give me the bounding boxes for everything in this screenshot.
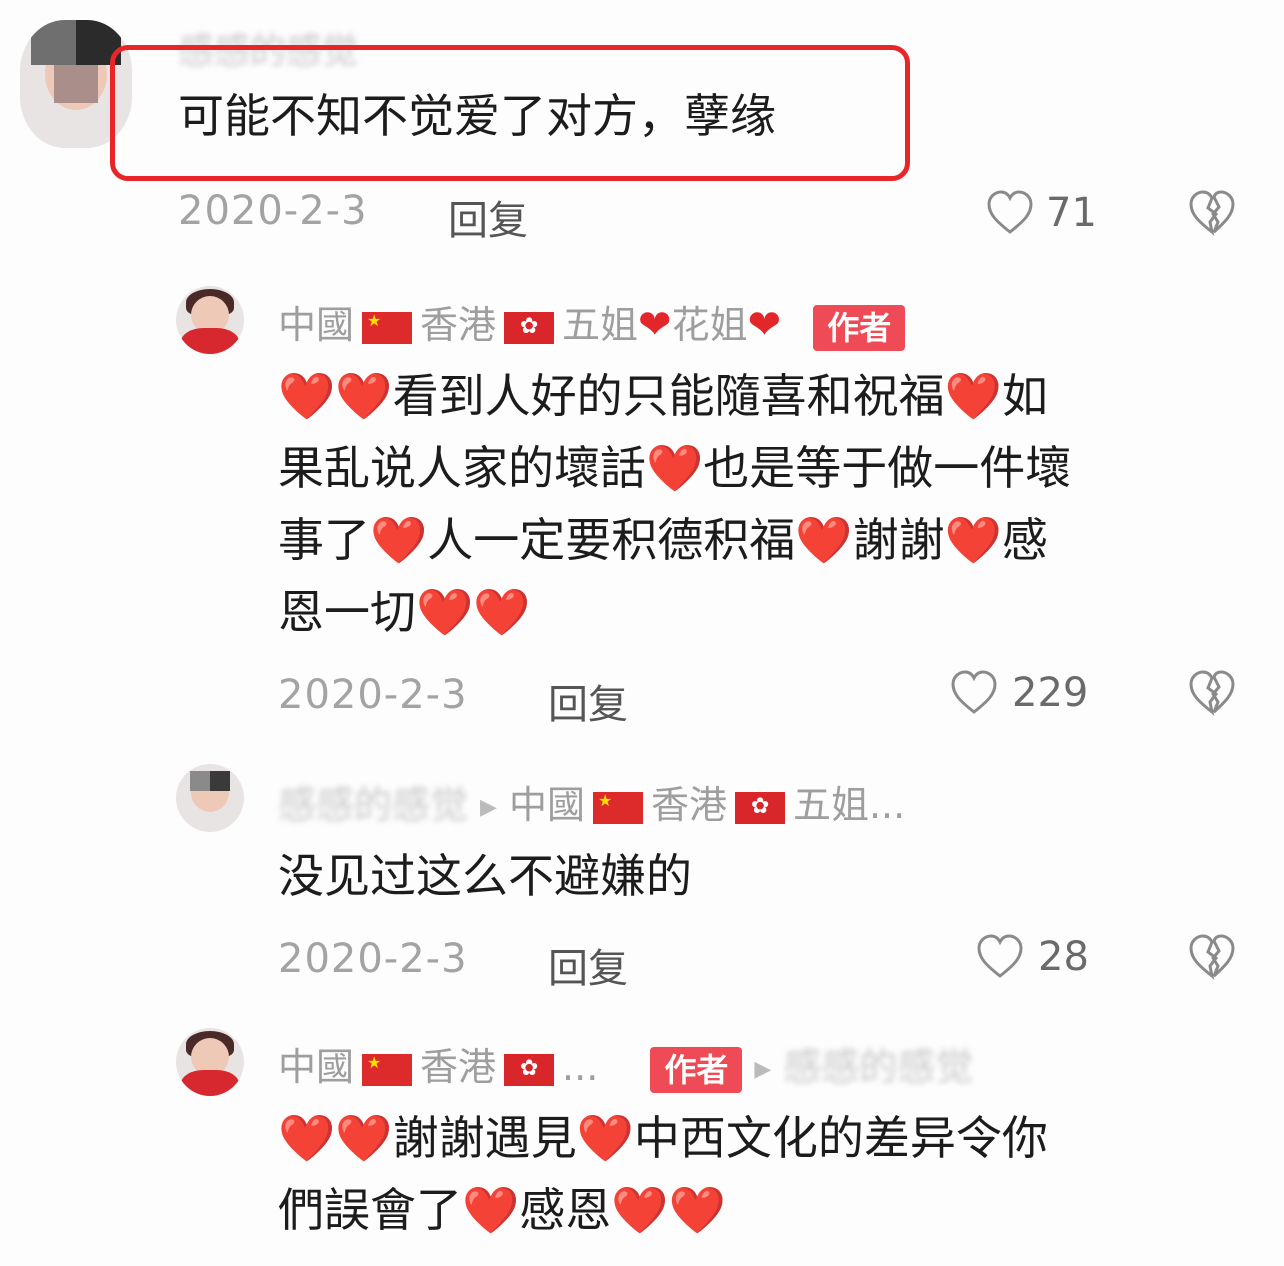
like-count: 229 <box>1012 670 1089 716</box>
text-fragment: 果乱说人家的壞話 <box>278 441 646 495</box>
text-fragment: 謝謝遇見 <box>392 1111 577 1165</box>
china-flag-icon <box>362 311 413 344</box>
reply-to-part: 中國 <box>508 783 585 827</box>
text-fragment: 謝謝 <box>852 513 945 567</box>
triangle-right-icon: ▶ <box>480 795 497 820</box>
reply-to-username[interactable]: 感感的感觉 <box>783 1045 973 1089</box>
broken-heart-icon <box>1189 190 1235 236</box>
username-part: 花姐 <box>671 303 748 347</box>
username-part: 中國 <box>278 303 355 347</box>
broken-heart-icon <box>1189 934 1235 980</box>
comment-date: 2020-2-3 <box>278 936 468 982</box>
text-fragment: 事了 <box>278 513 370 567</box>
author-badge: 作者 <box>813 304 906 351</box>
text-fragment: 人一定要积德积福 <box>427 513 796 567</box>
username-part: ... <box>562 1045 599 1089</box>
heart-outline-icon <box>987 190 1033 234</box>
hongkong-flag-icon <box>504 311 555 344</box>
username-part: 中國 <box>278 1045 355 1089</box>
username-part: 感感的感觉 <box>278 783 469 827</box>
reply-button[interactable]: 回复 <box>548 936 628 994</box>
comment-text: 可能不知不觉爱了对方，孽缘 <box>178 89 776 143</box>
china-flag-icon <box>362 1053 413 1086</box>
heart-outline-icon <box>951 670 997 714</box>
comment-line: ❤️❤️看到人好的只能隨喜和祝福❤️如 <box>278 360 1238 432</box>
username-part: 香港 <box>420 1045 497 1089</box>
text-fragment: 感 <box>1001 513 1048 567</box>
hongkong-flag-icon <box>504 1053 555 1086</box>
comment-line: ❤️❤️謝謝遇見❤️中西文化的差异令你 <box>278 1102 1238 1174</box>
broken-heart-icon <box>1189 670 1235 716</box>
username-part: 五姐 <box>562 303 639 347</box>
reply-button[interactable]: 回复 <box>548 672 628 730</box>
comment-text: ❤️❤️謝謝遇見❤️中西文化的差异令你 們誤會了❤️感恩❤️❤️ <box>278 1102 1238 1246</box>
triangle-right-icon: ▶ <box>754 1057 772 1082</box>
avatar[interactable] <box>176 1028 244 1096</box>
comment-line: 果乱说人家的壞話❤️也是等于做一件壞 <box>278 432 1238 504</box>
author-badge: 作者 <box>650 1046 743 1093</box>
text-fragment: 看到人好的只能隨喜和祝福 <box>392 369 945 423</box>
comment-date: 2020-2-3 <box>278 672 468 718</box>
comment-date: 2020-2-3 <box>178 188 368 234</box>
comment-username[interactable]: 中國香港五姐❤花姐❤ 作者 <box>278 294 906 351</box>
heart-emoji-icon: ❤️ <box>944 369 1002 423</box>
heart-emoji-icon: ❤️ <box>462 1183 520 1237</box>
text-fragment: 感恩 <box>519 1183 612 1237</box>
comment-line: 們誤會了❤️感恩❤️❤️ <box>278 1174 1238 1246</box>
comment-line: 恩一切❤️❤️ <box>278 576 1238 648</box>
text-fragment: 如 <box>1001 369 1048 423</box>
reply-to-part: 五姐... <box>792 783 906 827</box>
text-fragment: 恩一切 <box>278 585 416 639</box>
dislike-button[interactable] <box>1188 670 1236 716</box>
heart-emoji-icon: ❤️ <box>795 513 853 567</box>
comment-line: 事了❤️人一定要积德积福❤️謝謝❤️感 <box>278 504 1238 576</box>
comment-text: 没见过这么不避嫌的 <box>278 849 692 903</box>
comment-username[interactable]: 中國 香港... 作者 ▶ 感感的感觉 <box>278 1036 973 1093</box>
heart-emoji-icon: ❤️ <box>370 513 428 567</box>
like-button[interactable] <box>950 670 998 716</box>
like-count: 28 <box>1038 934 1089 980</box>
heart-emoji-icon: ❤️❤️ <box>416 585 531 639</box>
dislike-button[interactable] <box>1188 934 1236 980</box>
like-button[interactable] <box>976 934 1024 980</box>
heart-emoji-icon: ❤️ <box>646 441 704 495</box>
comment-username[interactable]: 感感的感觉 ▶ 中國 香港 五姐... <box>278 774 905 829</box>
avatar[interactable] <box>176 286 244 354</box>
reply-button[interactable]: 回复 <box>448 188 528 246</box>
text-fragment: 也是等于做一件壞 <box>703 441 1072 495</box>
text-fragment: 中西文化的差异令你 <box>633 1111 1048 1165</box>
like-count: 71 <box>1046 190 1097 236</box>
dislike-button[interactable] <box>1188 190 1236 236</box>
heart-emoji-icon: ❤️ <box>576 1111 634 1165</box>
china-flag-icon <box>592 791 643 824</box>
heart-outline-icon <box>977 934 1023 978</box>
comment-text: ❤️❤️看到人好的只能隨喜和祝福❤️如 果乱说人家的壞話❤️也是等于做一件壞 事… <box>278 360 1238 648</box>
hongkong-flag-icon <box>734 791 785 824</box>
reply-to-part: 香港 <box>650 783 727 827</box>
heart-emoji-icon: ❤️❤️ <box>278 369 393 423</box>
text-fragment: 們誤會了 <box>278 1183 462 1237</box>
username-part: 香港 <box>420 303 497 347</box>
heart-emoji-icon: ❤️❤️ <box>611 1183 726 1237</box>
like-button[interactable] <box>986 190 1034 236</box>
heart-emoji-icon: ❤️❤️ <box>278 1111 393 1165</box>
heart-emoji-icon: ❤️ <box>944 513 1002 567</box>
heart-emoji-icon: ❤ <box>638 302 672 348</box>
avatar[interactable] <box>176 764 244 832</box>
heart-emoji-icon: ❤ <box>747 302 782 348</box>
